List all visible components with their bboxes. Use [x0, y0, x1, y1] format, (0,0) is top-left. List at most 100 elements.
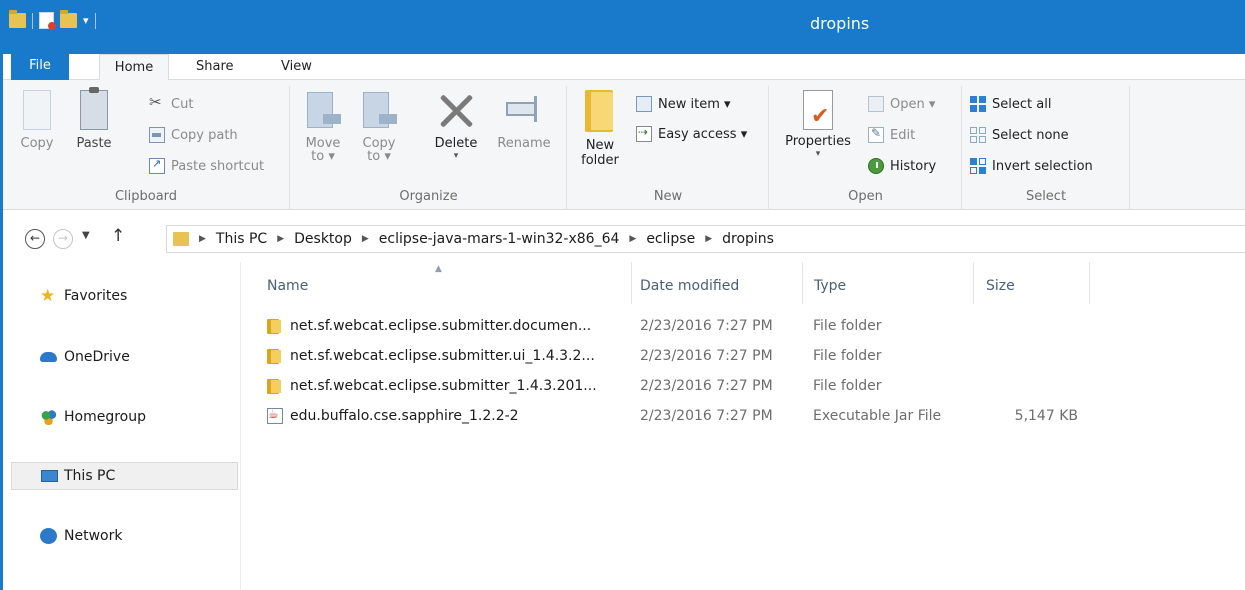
up-button[interactable]: ↑	[111, 226, 125, 246]
move-to-icon	[305, 90, 341, 130]
clipboard-group-label: Clipboard	[114, 189, 178, 204]
open-button[interactable]: Open ▾	[868, 96, 935, 112]
breadcrumb-dropins[interactable]: dropins	[722, 231, 774, 247]
file-row[interactable]: edu.buffalo.cse.sapphire_1.2.2-2 2/23/20…	[262, 402, 1162, 432]
navigation-pane: ★ Favorites OneDrive Homegroup This PC N…	[3, 262, 241, 590]
breadcrumb-eclipse-package[interactable]: eclipse-java-mars-1-win32-x86_64	[379, 231, 620, 247]
nav-item-homegroup[interactable]: Homegroup	[11, 403, 238, 431]
copy-button[interactable]: Copy	[17, 90, 57, 151]
history-label: History	[890, 158, 937, 174]
new-folder-icon[interactable]	[60, 10, 77, 28]
nav-item-network[interactable]: Network	[11, 522, 238, 550]
breadcrumb-desktop[interactable]: Desktop	[294, 231, 352, 247]
select-group-label: Select	[1025, 189, 1067, 204]
properties-icon[interactable]	[39, 12, 56, 30]
chevron-right-icon[interactable]: ▶	[705, 234, 712, 244]
tab-view[interactable]: View	[281, 54, 312, 80]
new-folder-button[interactable]: New folder	[578, 90, 622, 168]
properties-button[interactable]: Properties ▾	[780, 90, 856, 159]
select-none-button[interactable]: Select none	[970, 127, 1069, 143]
copy-to-button[interactable]: Copy to ▾	[357, 90, 401, 163]
edit-label: Edit	[890, 127, 916, 143]
new-item-button[interactable]: New item ▾	[636, 96, 731, 112]
column-header-size[interactable]: Size	[974, 262, 1089, 304]
recent-locations-button[interactable]: ▼	[82, 230, 90, 241]
rename-label: Rename	[497, 136, 551, 151]
move-to-label-2: to ▾	[311, 149, 335, 164]
breadcrumb-eclipse[interactable]: eclipse	[646, 231, 695, 247]
file-row[interactable]: net.sf.webcat.eclipse.submitter.documen.…	[262, 312, 1162, 342]
tab-file[interactable]: File	[11, 51, 69, 80]
customize-toolbar-icon[interactable]: ▾	[83, 14, 89, 27]
new-item-icon	[636, 96, 652, 112]
column-header-date-modified[interactable]: Date modified	[632, 262, 802, 304]
copy-path-icon	[149, 127, 165, 143]
paste-label: Paste	[76, 136, 112, 151]
invert-selection-icon	[970, 158, 986, 174]
forward-button[interactable]: →	[53, 229, 73, 249]
column-header-name[interactable]: Name	[262, 262, 632, 304]
new-group-label: New	[653, 189, 683, 204]
open-label: Open ▾	[890, 96, 936, 112]
nav-item-favorites[interactable]: ★ Favorites	[11, 282, 238, 310]
jar-file-icon	[267, 407, 283, 424]
column-header-type[interactable]: Type	[803, 262, 973, 304]
nav-item-this-pc[interactable]: This PC	[11, 462, 238, 490]
edit-button[interactable]: Edit	[868, 126, 916, 143]
copy-path-button[interactable]: Copy path	[149, 127, 238, 143]
cut-button[interactable]: Cut	[149, 93, 194, 112]
easy-access-button[interactable]: Easy access ▾	[636, 125, 748, 142]
scissors-icon	[149, 93, 165, 112]
paste-shortcut-button[interactable]: Paste shortcut	[149, 157, 264, 174]
tab-share[interactable]: Share	[196, 54, 234, 80]
rename-button[interactable]: Rename	[495, 90, 553, 151]
delete-dropdown-icon[interactable]: ▾	[429, 151, 483, 161]
properties-dropdown-icon[interactable]: ▾	[780, 149, 856, 159]
chevron-right-icon[interactable]: ▶	[629, 234, 636, 244]
chevron-right-icon[interactable]: ▶	[277, 234, 284, 244]
address-bar[interactable]: ▶ This PC ▶ Desktop ▶ eclipse-java-mars-…	[166, 225, 1245, 253]
delete-button[interactable]: Delete ▾	[429, 90, 483, 161]
chevron-right-icon[interactable]: ▶	[362, 234, 369, 244]
folder-icon[interactable]	[9, 10, 26, 28]
ribbon: Copy Paste Cut Copy path Paste shortcut …	[3, 80, 1245, 210]
file-list: ▲ Name Date modified Type Size net.sf.we…	[242, 262, 1245, 590]
delete-icon	[436, 90, 476, 130]
rename-icon	[504, 90, 544, 130]
file-row[interactable]: net.sf.webcat.eclipse.submitter_1.4.3.20…	[262, 372, 1162, 402]
file-type: File folder	[813, 318, 882, 334]
new-folder-icon	[583, 90, 617, 132]
nav-item-onedrive[interactable]: OneDrive	[11, 343, 238, 371]
select-all-button[interactable]: Select all	[970, 96, 1051, 112]
back-button[interactable]: ←	[25, 229, 45, 249]
invert-selection-button[interactable]: Invert selection	[970, 158, 1093, 174]
folder-icon	[267, 378, 283, 394]
select-group: Select all Select none Invert selection …	[963, 86, 1130, 210]
cloud-icon	[40, 352, 57, 362]
delete-label: Delete	[434, 136, 478, 151]
breadcrumb-this-pc[interactable]: This PC	[216, 231, 267, 247]
copy-to-icon	[361, 90, 397, 130]
tab-home[interactable]: Home	[99, 54, 169, 81]
column-divider[interactable]	[1089, 262, 1090, 304]
cut-label: Cut	[171, 96, 194, 112]
invert-selection-label: Invert selection	[992, 158, 1093, 174]
history-button[interactable]: History	[868, 158, 936, 174]
forward-arrow-icon: →	[57, 231, 69, 245]
file-row[interactable]: net.sf.webcat.eclipse.submitter.ui_1.4.3…	[262, 342, 1162, 372]
copy-label: Copy	[20, 136, 54, 151]
paste-shortcut-icon	[149, 157, 165, 174]
move-to-button[interactable]: Move to ▾	[301, 90, 345, 163]
column-header-label: Size	[986, 278, 1015, 294]
title-bar: ▾ dropins	[3, 0, 1245, 54]
file-type: File folder	[813, 348, 882, 364]
easy-access-label: Easy access ▾	[658, 126, 748, 142]
organize-group-label: Organize	[399, 189, 458, 204]
file-date: 2/23/2016 7:27 PM	[640, 348, 773, 364]
back-arrow-icon: ←	[29, 231, 41, 245]
paste-button[interactable]: Paste	[71, 87, 117, 151]
nav-item-label: This PC	[64, 468, 116, 484]
file-type: File folder	[813, 378, 882, 394]
chevron-right-icon[interactable]: ▶	[199, 234, 206, 244]
file-name-cell: edu.buffalo.cse.sapphire_1.2.2-2	[267, 407, 519, 424]
